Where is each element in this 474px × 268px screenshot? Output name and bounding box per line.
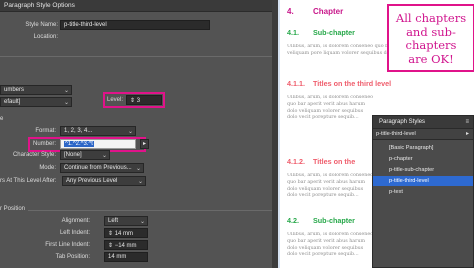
third-level-heading: 4.1.1. Titles on the third level xyxy=(287,79,391,88)
chevron-down-icon: ⌄ xyxy=(127,129,133,135)
character-style-value: [None] xyxy=(64,152,82,158)
restart-dropdown[interactable]: Any Previous Level ⌄ xyxy=(62,176,146,186)
sub-chapter-heading: 4.1. Sub-chapter xyxy=(287,28,355,37)
first-line-indent-input[interactable]: ⇕ −14 mm xyxy=(104,240,148,250)
third-level-number: 4.1.1. xyxy=(287,79,305,88)
callout-line: All chapters xyxy=(395,11,467,25)
panel-style-item-selected[interactable]: p-title-third-level xyxy=(373,176,473,186)
number-input[interactable]: ^1.^2.^3.^t xyxy=(60,139,136,149)
current-style-row: p-title-third-level ▸ xyxy=(373,129,473,140)
restart-value: Any Previous Level xyxy=(66,178,118,184)
chevron-down-icon: ⌄ xyxy=(63,100,69,106)
paragraph-styles-panel: Paragraph Styles ≡ p-title-third-level ▸… xyxy=(372,115,474,268)
chevron-down-icon: ⌄ xyxy=(137,179,143,185)
tab-position-value: 14 mm xyxy=(108,254,127,260)
position-section-title: r Position xyxy=(0,206,29,212)
chapter-number: 4. xyxy=(287,7,294,16)
sub-chapter-heading: 4.2. Sub-chapter xyxy=(287,216,355,225)
current-style-name: p-title-third-level xyxy=(376,131,416,137)
annotation-callout: All chapters and sub-chapters are OK! xyxy=(387,4,474,72)
mode-label: Mode: xyxy=(39,165,56,171)
alignment-label: Alignment: xyxy=(61,218,90,224)
third-level-title: Titles on the xyxy=(313,157,356,166)
panel-style-item[interactable]: [Basic Paragraph] xyxy=(373,143,473,153)
sub-chapter-number: 4.1. xyxy=(287,28,299,37)
section-title-e: e xyxy=(0,116,7,122)
sub-chapter-title: Sub-chapter xyxy=(313,28,355,37)
chapter-heading: 4. Chapter xyxy=(287,7,343,16)
panel-tab-paragraph-styles[interactable]: Paragraph Styles xyxy=(379,119,425,125)
format-value: 1, 2, 3, 4... xyxy=(64,128,93,134)
third-level-title: Titles on the third level xyxy=(313,79,392,88)
stepper-arrows-icon[interactable]: ⇕ xyxy=(108,231,115,237)
callout-line: and sub-chapters xyxy=(405,24,457,52)
format-label: Format: xyxy=(35,128,56,134)
new-style-icon[interactable]: ▸ xyxy=(466,130,469,137)
chevron-down-icon: ⌄ xyxy=(139,219,145,225)
number-label: Number: xyxy=(32,141,56,147)
chapter-title: Chapter xyxy=(313,7,344,16)
first-line-indent-label: First Line Indent: xyxy=(45,242,90,248)
list-dropdown[interactable]: efault] ⌄ xyxy=(0,97,72,107)
left-indent-label: Left Indent: xyxy=(59,230,90,236)
list-type-value: umbers xyxy=(4,87,25,93)
sub-chapter-title: Sub-chapter xyxy=(313,216,355,225)
number-value: ^1.^2.^3.^t xyxy=(64,141,94,147)
position-section-divider xyxy=(0,210,272,211)
style-name-input[interactable]: p-title-third-level xyxy=(60,20,210,30)
list-value: efault] xyxy=(4,99,21,105)
insert-special-character-button[interactable]: ▸ xyxy=(140,139,149,149)
body-paragraph: Ullibus, arum, is dolorem conseneo quo b… xyxy=(287,95,374,121)
first-line-indent-value: −14 mm xyxy=(114,243,137,249)
panel-style-item[interactable]: p-title-sub-chapter xyxy=(373,165,473,175)
left-indent-input[interactable]: ⇕ 14 mm xyxy=(104,228,148,238)
level-stepper[interactable]: ⇕ 3 xyxy=(126,95,162,105)
chevron-down-icon: ⌄ xyxy=(101,153,107,159)
alignment-dropdown[interactable]: Left ⌄ xyxy=(104,216,148,226)
chevron-down-icon: ⌄ xyxy=(135,166,141,172)
list-type-dropdown[interactable]: umbers ⌄ xyxy=(0,85,72,95)
dialog-titlebar: Paragraph Style Options xyxy=(0,0,272,12)
character-style-dropdown[interactable]: [None] ⌄ xyxy=(60,150,110,160)
panel-style-item[interactable]: p-text xyxy=(373,187,473,197)
callout-line: are OK! xyxy=(408,51,454,66)
sub-chapter-number: 4.2. xyxy=(287,216,299,225)
paragraph-style-options-dialog: Paragraph Style Options Style Name: p-ti… xyxy=(0,0,272,268)
panel-header: Paragraph Styles ≡ xyxy=(373,116,473,129)
stepper-arrows-icon[interactable]: ⇕ xyxy=(108,243,115,249)
level-label: Level: xyxy=(107,97,124,103)
alignment-value: Left xyxy=(108,218,119,224)
body-paragraph: Ullibus, arum, is dolorem conseneo quo b… xyxy=(287,232,374,258)
body-paragraph: Ullibus, arum, is dolorem conseneo quo b… xyxy=(287,173,374,199)
section-divider xyxy=(0,56,272,57)
triangle-right-icon: ▸ xyxy=(142,141,146,147)
restart-label: rs At This Level After: xyxy=(0,178,57,184)
left-indent-value: 14 mm xyxy=(114,231,134,237)
third-level-number: 4.1.2. xyxy=(287,157,305,166)
chevron-down-icon: ⌄ xyxy=(63,88,69,94)
mode-dropdown[interactable]: Continue from Previous... ⌄ xyxy=(60,163,144,173)
panel-menu-icon[interactable]: ≡ xyxy=(465,119,469,125)
location-label: Location: xyxy=(33,34,58,40)
mode-value: Continue from Previous... xyxy=(64,165,132,171)
format-dropdown[interactable]: 1, 2, 3, 4... ⌄ xyxy=(60,126,136,136)
tab-position-input[interactable]: 14 mm xyxy=(104,252,148,262)
stepper-arrows-icon[interactable]: ⇕ xyxy=(130,98,137,104)
panel-style-item[interactable]: p-chapter xyxy=(373,154,473,164)
tab-position-label: Tab Position: xyxy=(55,254,90,260)
third-level-heading: 4.1.2. Titles on the xyxy=(287,157,355,166)
character-style-label: Character Style: xyxy=(12,152,56,158)
level-value: 3 xyxy=(136,98,141,104)
style-name-label: Style Name: xyxy=(25,22,58,28)
dialog-title: Paragraph Style Options xyxy=(4,2,75,9)
